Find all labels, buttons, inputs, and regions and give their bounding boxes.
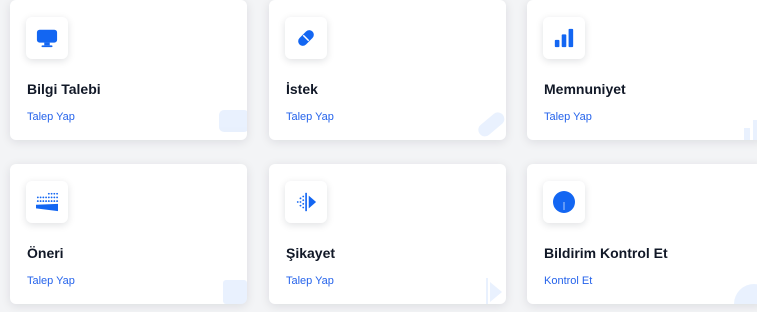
card-title: Şikayet bbox=[286, 245, 336, 261]
card-title: İstek bbox=[286, 81, 318, 97]
icon-container bbox=[26, 17, 68, 59]
signal-bars-icon bbox=[554, 28, 574, 48]
split-arrow-watermark-icon bbox=[486, 278, 502, 304]
sprinkle-icon bbox=[36, 192, 58, 212]
card-bilgi-talebi[interactable]: Bilgi Talebi Talep Yap bbox=[10, 0, 247, 140]
card-title: Memnuniyet bbox=[544, 81, 626, 97]
card-title: Öneri bbox=[27, 245, 64, 261]
signal-bars-watermark-icon bbox=[744, 120, 757, 140]
sprinkle-watermark-icon bbox=[223, 280, 247, 304]
split-arrow-icon bbox=[296, 192, 317, 212]
card-istek[interactable]: İstek Talep Yap bbox=[269, 0, 506, 140]
pill-icon bbox=[298, 30, 314, 46]
card-memnuniyet[interactable]: Memnuniyet Talep Yap bbox=[527, 0, 757, 140]
card-title: Bildirim Kontrol Et bbox=[544, 245, 668, 261]
circle-watermark-icon bbox=[734, 284, 757, 304]
icon-container bbox=[26, 181, 68, 223]
request-link[interactable]: Talep Yap bbox=[27, 275, 75, 287]
request-link[interactable]: Talep Yap bbox=[544, 111, 592, 123]
request-link[interactable]: Talep Yap bbox=[286, 275, 334, 287]
pill-watermark-icon bbox=[478, 112, 505, 137]
icon-container bbox=[543, 181, 585, 223]
monitor-icon bbox=[36, 29, 58, 48]
icon-container bbox=[285, 181, 327, 223]
check-link[interactable]: Kontrol Et bbox=[544, 275, 592, 287]
card-oneri[interactable]: Öneri Talep Yap bbox=[10, 164, 247, 304]
icon-container bbox=[543, 17, 585, 59]
circle-icon bbox=[553, 191, 575, 213]
monitor-watermark-icon bbox=[219, 110, 247, 132]
request-link[interactable]: Talep Yap bbox=[27, 111, 75, 123]
request-link[interactable]: Talep Yap bbox=[286, 111, 334, 123]
icon-container bbox=[285, 17, 327, 59]
card-bildirim-kontrol[interactable]: Bildirim Kontrol Et Kontrol Et bbox=[527, 164, 757, 304]
card-title: Bilgi Talebi bbox=[27, 81, 101, 97]
card-sikayet[interactable]: Şikayet Talep Yap bbox=[269, 164, 506, 304]
